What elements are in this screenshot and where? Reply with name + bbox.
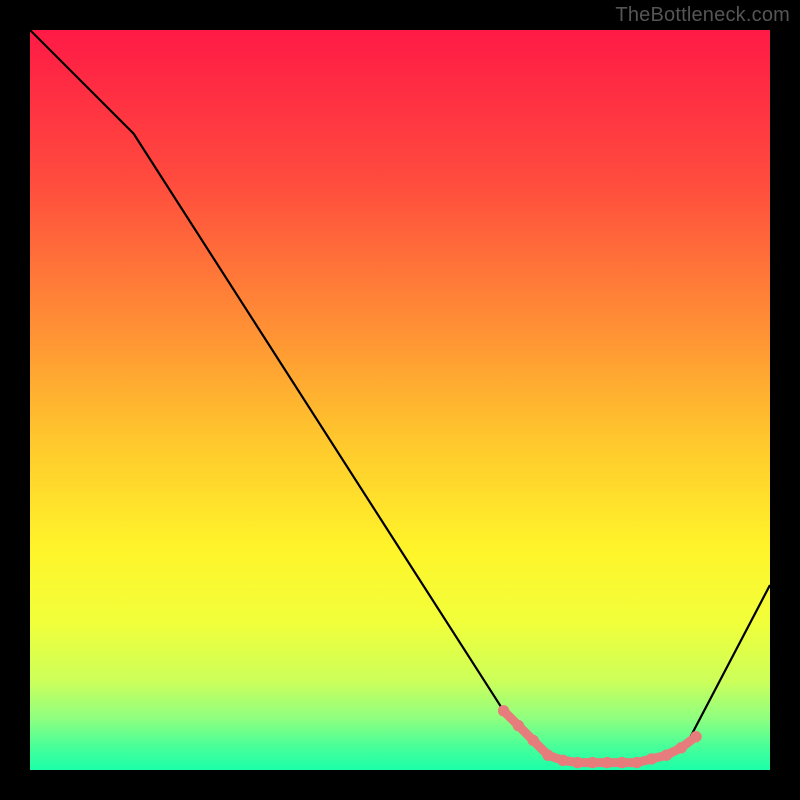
chart-svg: [30, 30, 770, 770]
gradient-background: [30, 30, 770, 770]
watermark-text: TheBottleneck.com: [615, 4, 790, 27]
plot-area: [30, 30, 770, 770]
chart-frame: TheBottleneck.com: [0, 0, 800, 800]
